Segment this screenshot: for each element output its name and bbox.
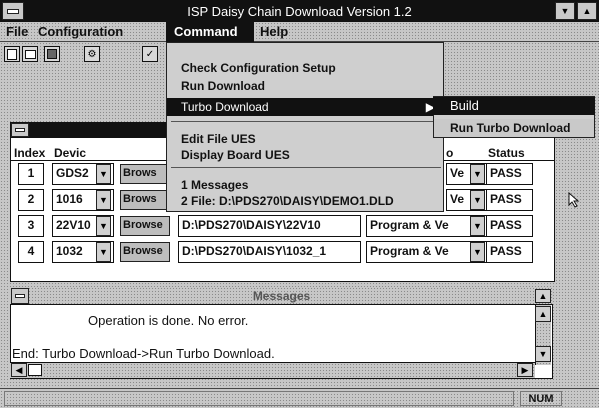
browse-button[interactable]: Brows bbox=[120, 164, 168, 184]
window-title: ISP Daisy Chain Download Version 1.2 bbox=[187, 3, 412, 19]
menu-help[interactable]: Help bbox=[260, 24, 288, 39]
row-index: 4 bbox=[18, 241, 44, 263]
menu-separator bbox=[171, 121, 441, 122]
scroll-right-icon[interactable]: ▶ bbox=[517, 363, 533, 377]
title-bar: ISP Daisy Chain Download Version 1.2 bbox=[0, 0, 599, 22]
messages-title: Messages bbox=[252, 288, 311, 303]
check-icon[interactable]: ✓ bbox=[142, 46, 158, 62]
num-lock-indicator: NUM bbox=[520, 391, 562, 406]
menu-separator bbox=[171, 167, 441, 168]
row-index: 2 bbox=[18, 189, 44, 211]
messages-title-bar: Messages bbox=[10, 287, 553, 305]
device-dropdown-icon[interactable]: ▼ bbox=[96, 242, 111, 262]
header-status: Status bbox=[488, 146, 525, 160]
header-index: Index bbox=[14, 146, 46, 160]
operation-dropdown-icon[interactable]: ▼ bbox=[470, 190, 485, 210]
menu-display-board-ues[interactable]: Display Board UES bbox=[167, 147, 443, 163]
device-dropdown-icon[interactable]: ▼ bbox=[96, 190, 111, 210]
system-menu-icon[interactable] bbox=[2, 2, 24, 20]
browse-button[interactable]: Browse bbox=[120, 216, 170, 236]
messages-horizontal-scrollbar[interactable] bbox=[10, 362, 535, 378]
menu-run-download[interactable]: Run Download bbox=[167, 78, 443, 94]
browse-button[interactable]: Browse bbox=[120, 242, 170, 262]
message-line-2: End: Turbo Download->Run Turbo Download. bbox=[12, 346, 275, 361]
row-status: PASS bbox=[486, 215, 533, 237]
browse-button[interactable]: Brows bbox=[120, 190, 168, 210]
grid-system-menu-icon[interactable] bbox=[11, 123, 29, 137]
menu-check-configuration[interactable]: Check Configuration Setup bbox=[167, 60, 443, 76]
row-status: PASS bbox=[486, 241, 533, 263]
scroll-thumb[interactable] bbox=[28, 364, 42, 376]
menu-file[interactable]: File bbox=[6, 24, 28, 39]
mouse-pointer-icon bbox=[568, 191, 580, 208]
command-menu: Check Configuration Setup Run Download T… bbox=[166, 42, 444, 212]
device-dropdown-icon[interactable]: ▼ bbox=[96, 164, 111, 184]
device-dropdown-icon[interactable]: ▼ bbox=[96, 216, 111, 236]
chain-icon[interactable]: ⚙ bbox=[84, 46, 100, 62]
messages-maximize-icon[interactable]: ▲ bbox=[535, 289, 551, 303]
status-message-panel bbox=[4, 391, 514, 406]
operation-dropdown-icon[interactable]: ▼ bbox=[470, 164, 485, 184]
minimize-icon[interactable]: ▼ bbox=[555, 2, 575, 20]
submenu-build-label[interactable]: Build bbox=[450, 98, 479, 113]
new-icon[interactable] bbox=[4, 46, 20, 62]
row-status: PASS bbox=[486, 163, 533, 185]
row-status: PASS bbox=[486, 189, 533, 211]
operation-dropdown-icon[interactable]: ▼ bbox=[470, 242, 485, 262]
menu-recent-file[interactable]: 2 File: D:\PDS270\DAISY\DEMO1.DLD bbox=[167, 193, 443, 209]
submenu-run-turbo-download[interactable]: Run Turbo Download bbox=[434, 119, 594, 137]
header-device: Devic bbox=[54, 146, 87, 160]
row-file-path[interactable]: D:\PDS270\DAISY\22V10 bbox=[178, 215, 361, 237]
menu-command[interactable]: Command bbox=[166, 22, 254, 42]
open-icon[interactable] bbox=[22, 46, 38, 62]
menu-edit-file-ues[interactable]: Edit File UES bbox=[167, 131, 443, 147]
header-operation: o bbox=[446, 146, 454, 160]
scroll-up-icon[interactable]: ▲ bbox=[535, 306, 551, 322]
menu-recent-messages[interactable]: 1 Messages bbox=[167, 177, 443, 193]
save-icon[interactable] bbox=[44, 46, 60, 62]
row-index: 3 bbox=[18, 215, 44, 237]
row-index: 1 bbox=[18, 163, 44, 185]
menu-turbo-download[interactable]: Turbo Download ▶ bbox=[167, 98, 443, 116]
maximize-icon[interactable]: ▲ bbox=[577, 2, 597, 20]
menu-configuration[interactable]: Configuration bbox=[38, 24, 123, 39]
scroll-down-icon[interactable]: ▼ bbox=[535, 346, 551, 362]
message-line-1: Operation is done. No error. bbox=[88, 313, 249, 328]
operation-dropdown-icon[interactable]: ▼ bbox=[470, 216, 485, 236]
messages-system-menu-icon[interactable] bbox=[11, 288, 29, 304]
row-file-path[interactable]: D:\PDS270\DAISY\1032_1 bbox=[178, 241, 361, 263]
scroll-left-icon[interactable]: ◀ bbox=[11, 363, 27, 377]
